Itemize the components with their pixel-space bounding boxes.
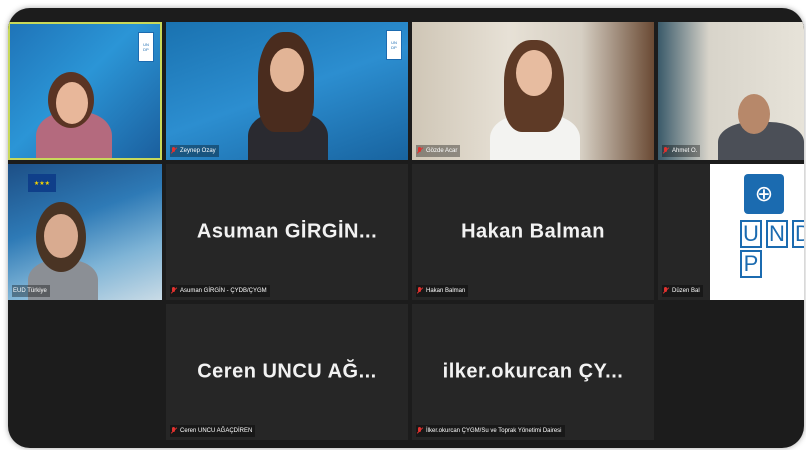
participant-name: Düzen Bal — [672, 288, 700, 294]
participant-display-name: ilker.okurcan ÇY... — [442, 360, 624, 383]
participant-name: EUD Türkiye — [13, 288, 47, 294]
participant-tile[interactable]: Ceren UNCU AĞ... Ceren UNCU AĞAÇDİREN — [166, 304, 408, 440]
undp-logo-icon: UN DP — [138, 32, 154, 62]
participant-name: Ahmet O. — [672, 148, 698, 154]
participant-face — [270, 48, 304, 92]
participant-name: Asuman GİRGİN - ÇYDB/ÇYGM — [180, 288, 267, 294]
participant-tile[interactable]: Hakan Balman Hakan Balman — [412, 164, 654, 300]
mic-muted-icon — [171, 287, 177, 295]
participant-name: Hakan Balman — [426, 288, 466, 294]
participant-face — [44, 214, 78, 258]
participant-label: Asuman GİRGİN - ÇYDB/ÇYGM — [170, 285, 270, 297]
undp-letter: D — [792, 220, 804, 248]
participant-label: Hakan Balman — [416, 285, 469, 297]
mic-muted-icon — [417, 287, 423, 295]
participant-label: Ceren UNCU AĞAÇDİREN — [170, 425, 256, 437]
mic-muted-icon — [663, 147, 669, 155]
mic-muted-icon — [417, 427, 423, 435]
participant-display-name: Asuman GİRGİN... — [196, 220, 378, 243]
participant-label: Düzen Bal — [662, 285, 703, 297]
participant-tile[interactable]: Ahmet O. — [658, 22, 804, 160]
undp-logo-icon: UN DP — [386, 30, 402, 60]
participant-display-name: Hakan Balman — [461, 220, 605, 243]
un-emblem-icon: ⊕ — [744, 174, 784, 214]
undp-letter: U — [740, 220, 762, 248]
participant-label: Zeynep Ozay — [170, 145, 219, 157]
mic-muted-icon — [663, 287, 669, 295]
participant-name: Gözde Acar — [426, 148, 458, 154]
participant-tile[interactable]: UN DP — [8, 22, 162, 160]
participant-label: İlker.okurcan ÇYGM/Su ve Toprak Yönetimi… — [416, 425, 565, 437]
undp-logo: ⊕ U N D P — [710, 164, 804, 300]
participant-tile[interactable]: Gözde Acar — [412, 22, 654, 160]
participant-label: Ahmet O. — [662, 145, 701, 157]
participant-name: Ceren UNCU AĞAÇDİREN — [180, 428, 253, 434]
participant-name: Zeynep Ozay — [180, 148, 216, 154]
participant-label: EUD Türkiye — [12, 285, 50, 297]
eu-flag-icon: ★★★ — [28, 174, 56, 192]
participant-tile[interactable]: UN DP Zeynep Ozay — [166, 22, 408, 160]
participant-tile[interactable]: ★★★ EUD Türkiye — [8, 164, 162, 300]
participant-display-name: Ceren UNCU AĞ... — [197, 360, 377, 383]
participant-tile[interactable]: Asuman GİRGİN... Asuman GİRGİN - ÇYDB/ÇY… — [166, 164, 408, 300]
participant-face — [516, 50, 552, 96]
undp-letter: N — [766, 220, 788, 248]
participant-label: Gözde Acar — [416, 145, 461, 157]
mic-muted-icon — [417, 147, 423, 155]
mic-muted-icon — [171, 427, 177, 435]
undp-letter: P — [740, 250, 762, 278]
mic-muted-icon — [171, 147, 177, 155]
meeting-window: UN DP UN DP Zeynep Ozay Gözde Acar Ahmet O… — [8, 8, 804, 448]
participant-face — [738, 94, 770, 134]
participant-name: İlker.okurcan ÇYGM/Su ve Toprak Yönetimi… — [426, 428, 562, 434]
participant-tile[interactable]: ⊕ U N D P Düzen Bal — [658, 164, 804, 300]
participant-tile[interactable]: ilker.okurcan ÇY... İlker.okurcan ÇYGM/S… — [412, 304, 654, 440]
